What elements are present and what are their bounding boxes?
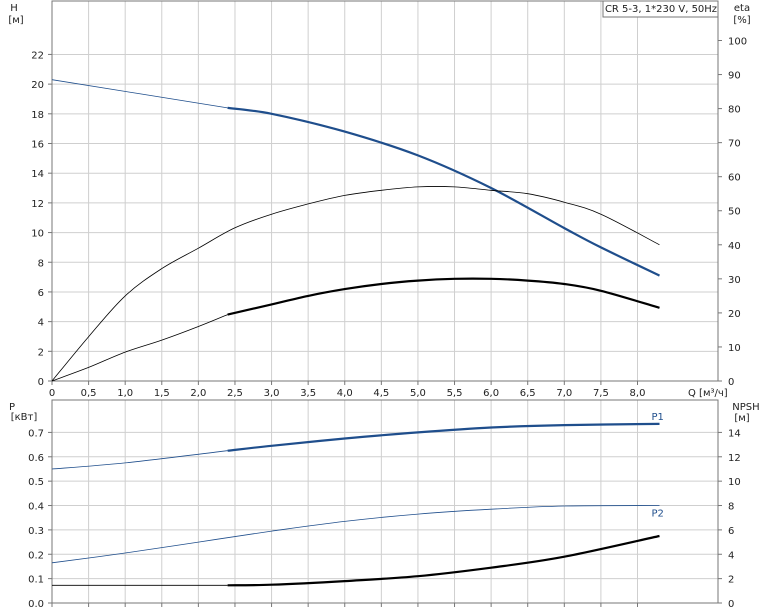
y-left-tick-label: 16 [31,140,44,151]
y-left-tick-label: 0.2 [28,550,44,561]
npsh-axis-label-head: NPSH [732,402,759,413]
p-axis-label-unit: [кВт] [11,412,38,423]
y-right-tick-label: 2 [728,575,734,586]
bot-series-2-curve-bold [227,534,660,587]
y-left-tick-label: 18 [31,110,44,121]
y-right-tick-label: 0 [728,377,734,388]
y-right-tick-label: 20 [728,309,741,320]
p1-curve-thin [51,450,228,470]
x-tick-label: 6,0 [483,388,499,399]
top-series-0-curve-bold [227,106,660,277]
x-tick-label: 0 [49,388,55,399]
y-right-tick-label: 12 [728,453,741,464]
x-tick-label: 3,0 [264,388,280,399]
y-right-tick-label: 0 [728,599,734,610]
x-tick-label: 5,5 [447,388,463,399]
top-series-2-curve-bold [227,277,660,316]
p2-series-label: P2 [651,509,663,520]
x-tick-label: 8,0 [630,388,646,399]
x-tick-label: 2,0 [190,388,206,399]
y-right-tick-label: 8 [728,502,734,513]
x-tick-label: 1,0 [117,388,133,399]
y-left-tick-label: 0.7 [28,428,44,439]
title-box: CR 5-3, 1*230 V, 50Hz [602,0,719,18]
y-right-tick-label: 70 [728,139,741,150]
y-right-tick-label: 90 [728,71,741,82]
x-tick-label: 7,5 [593,388,609,399]
x-tick-label: 0,5 [81,388,97,399]
top-grid [52,1,718,381]
x-tick-label: 5,0 [410,388,426,399]
bottom-panel: 0.0 0.1 0.2 0.3 0.4 0.5 0.6 0.7 0 2 4 6 8 10 12 14 P1 P2… [9,399,760,610]
y-left-tick-label: 10 [31,229,44,240]
y-left-tick-label: 2 [38,347,44,358]
y-left-tick-label: 4 [38,318,44,329]
x-tick-label: 4,5 [373,388,389,399]
y-right-tick-label: 10 [728,343,741,354]
y-right-tick-label: 10 [728,477,741,488]
y-left-tick-label: 0.6 [28,453,44,464]
y-left-tick-label: 0.5 [28,477,44,488]
y-left-tick-label: 0.3 [28,526,44,537]
bottom-tick-labels: 0.0 0.1 0.2 0.3 0.4 0.5 0.6 0.7 0 2 4 6 8 10 12 14 [28,428,741,610]
x-tick-label: 6,5 [520,388,536,399]
y-right-tick-label: 14 [728,428,741,439]
y-left-tick-label: 6 [38,288,44,299]
x-tick-label: 7,0 [556,388,572,399]
y-right-label-unit: [%] [733,15,750,26]
x-tick-label: 2,5 [227,388,243,399]
y-right-tick-label: 4 [728,550,734,561]
bottom-grid [52,400,718,603]
bottom-series: P1 P2 [51,412,664,587]
y-left-tick-label: 0.1 [28,575,44,586]
y-left-tick-label: 20 [31,80,44,91]
x-axis-label: Q [м³/ч] [688,388,728,399]
x-tick-label: 1,5 [154,388,170,399]
y-left-tick-label: 0.4 [28,502,44,513]
top-series [51,79,660,382]
y-right-tick-label: 30 [728,275,741,286]
chart-title: CR 5-3, 1*230 V, 50Hz [605,4,717,15]
y-left-tick-label: 22 [31,50,44,61]
top-series-2-curve-thin [51,314,228,382]
y-right-tick-label: 6 [728,526,734,537]
p1-curve-bold [227,422,660,452]
pump-performance-chart: 0 0,5 1,0 1,5 2,0 2,5 3,0 3,5 4,0 4,5 5,0 5,5 6,0 6,5… [8,0,760,610]
y-left-label-unit: [м] [8,15,23,26]
bottom-plot-frame [51,399,719,604]
y-left-tick-label: 0 [38,377,44,388]
top-panel: 0 0,5 1,0 1,5 2,0 2,5 3,0 3,5 4,0 4,5 5,0 5,5 6,0 6,5… [8,0,751,399]
x-tick-label: 3,5 [300,388,316,399]
top-tick-labels: 0 0,5 1,0 1,5 2,0 2,5 3,0 3,5 4,0 4,5 5,0 5,5 6,0 6,5… [31,36,747,399]
y-left-tick-label: 14 [31,169,44,180]
y-right-label-eta: eta [734,3,750,14]
y-right-tick-label: 50 [728,207,741,218]
top-plot-frame [51,0,719,382]
y-left-tick-label: 12 [31,199,44,210]
y-right-tick-label: 40 [728,241,741,252]
x-tick-label: 4,0 [337,388,353,399]
y-right-tick-label: 100 [728,36,747,47]
p1-series-label: P1 [651,412,663,423]
y-left-tick-label: 0.0 [28,599,44,610]
npsh-axis-label-unit: [м] [734,413,749,424]
y-left-tick-label: 8 [38,258,44,269]
y-right-tick-label: 80 [728,105,741,116]
y-left-label-head: H [10,3,18,14]
y-right-tick-label: 60 [728,173,741,184]
